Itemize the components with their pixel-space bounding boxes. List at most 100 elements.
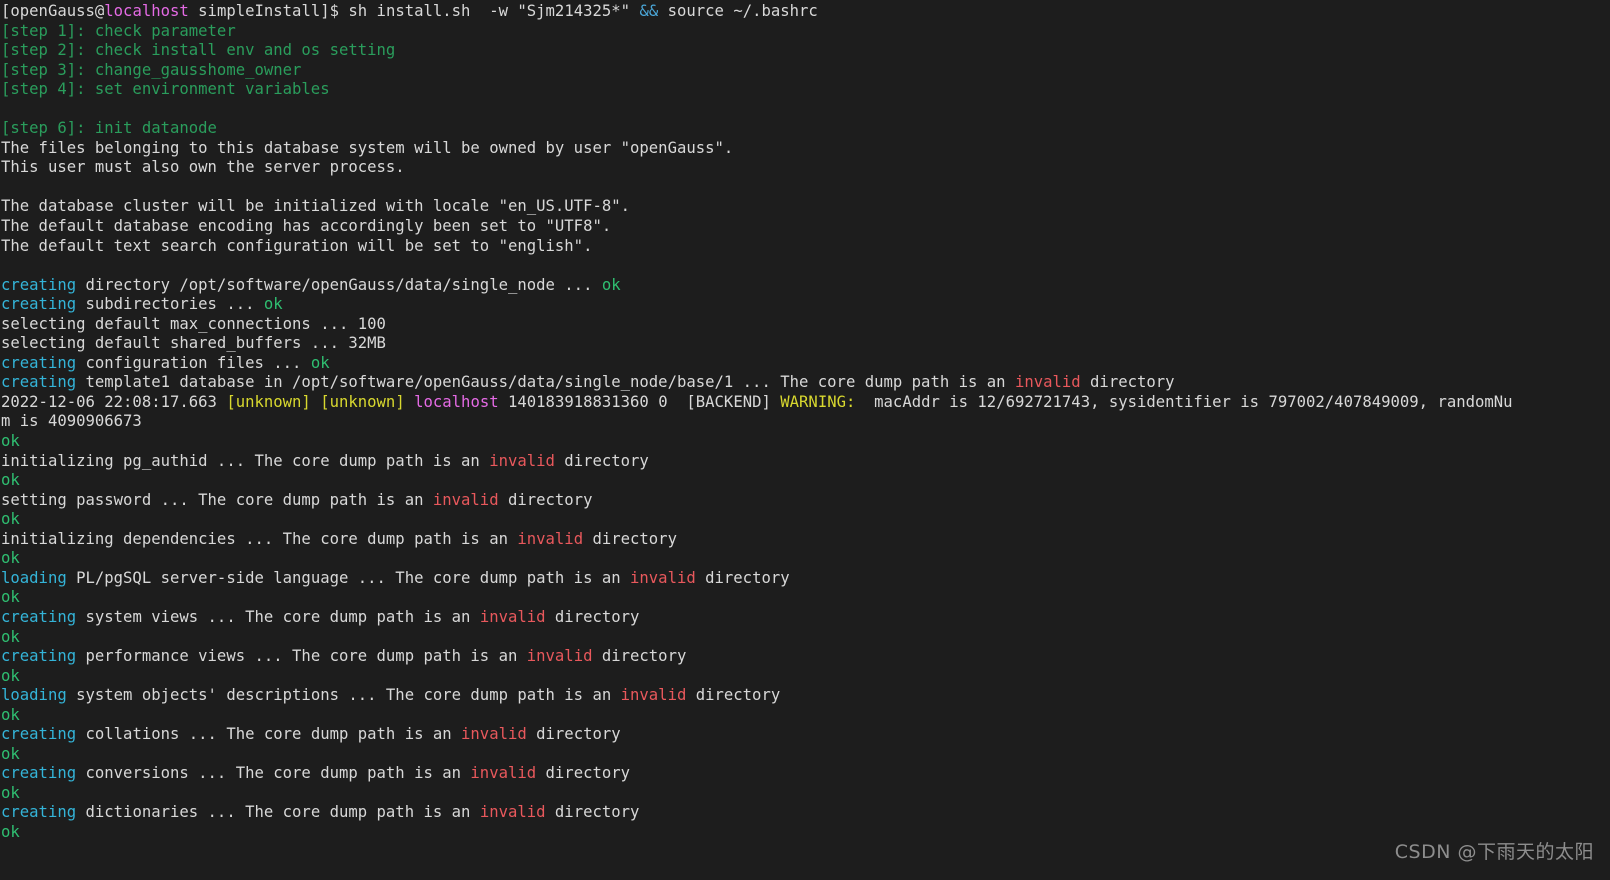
command-text-part2: source ~/.bashrc [658,2,818,20]
terminal-line: initializing pg_authid ... The core dump… [0,452,1610,472]
terminal-line: selecting default shared_buffers ... 32M… [0,334,1610,354]
line-segment: creating [1,353,77,372]
csdn-watermark: CSDN @下雨天的太阳 [1394,841,1594,863]
line-segment: [step 4]: set environment variables [1,80,330,99]
line-segment: ok [601,275,621,294]
line-segment: invalid [517,529,584,548]
line-segment: directory [1080,373,1175,392]
line-segment: invalid [1014,373,1081,392]
line-segment: creating [1,275,77,294]
line-segment: invalid [432,490,499,509]
line-segment: initializing pg_authid ... The core dump… [1,451,490,470]
command-text-part1: sh install.sh -w "Sjm214325*" [348,2,640,20]
line-segment: The default database encoding has accord… [1,217,612,236]
line-segment: ok [1,627,20,646]
line-segment: system objects' descriptions ... The cor… [66,686,621,705]
line-segment: macAddr is 12/692721743, sysidentifier i… [855,392,1513,411]
line-segment [311,393,320,411]
line-segment: invalid [479,607,546,626]
terminal-line: The default text search configuration wi… [0,237,1610,257]
line-segment: directory [536,764,631,783]
line-segment: creating [1,647,77,666]
terminal-line: creating subdirectories ... ok [0,295,1610,315]
line-segment [405,393,414,411]
line-segment: directory [695,568,790,587]
line-segment: The files belonging to this database sys… [1,138,734,157]
terminal-line: ok [0,432,1610,452]
line-segment: WARNING: [780,392,856,411]
line-segment: ok [1,588,20,607]
line-segment: ok [1,666,20,685]
line-segment: [unknown] [320,392,405,411]
line-segment: directory /opt/software/openGauss/data/s… [76,275,602,294]
line-segment: creating [1,373,77,392]
prompt-user: openGauss [10,2,95,20]
line-segment: invalid [526,647,593,666]
line-segment: directory [526,725,621,744]
line-segment: directory [498,490,593,509]
line-segment: conversions ... The core dump path is an [76,764,471,783]
terminal-line: ok [0,549,1610,569]
line-segment: [step 2]: check install env and os setti… [1,41,396,60]
line-segment: ok [1,744,20,763]
line-segment: directory [554,451,649,470]
line-segment: m is 4090906673 [1,412,142,431]
line-segment: configuration files ... [76,353,311,372]
terminal-line: initializing dependencies ... The core d… [0,530,1610,550]
line-segment: setting password ... The core dump path … [1,490,433,509]
line-segment: The database cluster will be initialized… [1,197,631,216]
line-segment: invalid [620,686,687,705]
prompt-at: @ [94,2,105,20]
terminal-line: setting password ... The core dump path … [0,491,1610,511]
terminal-line: creating directory /opt/software/openGau… [0,276,1610,296]
prompt-bracket-open: [ [1,2,11,20]
line-segment: This user must also own the server proce… [1,158,405,177]
terminal-line: creating performance views ... The core … [0,647,1610,667]
terminal-line: The database cluster will be initialized… [0,197,1610,217]
line-segment: ok [1,822,20,841]
line-segment: initializing dependencies ... The core d… [1,529,518,548]
line-segment: directory [592,647,687,666]
line-segment: ok [1,549,20,568]
terminal-line: ok [0,510,1610,530]
prompt-bracket-close: ]$ [320,2,349,20]
line-segment: performance views ... The core dump path… [76,647,527,666]
line-segment: loading [1,568,67,587]
line-segment: ok [1,783,20,802]
line-segment: localhost [414,392,499,411]
line-segment: [step 3]: change_gausshome_owner [1,60,302,79]
terminal-line: ok [0,784,1610,804]
line-segment: invalid [461,725,527,744]
terminal-line: ok [0,471,1610,491]
line-segment: template1 database in /opt/software/open… [76,373,1015,392]
line-segment: ok [1,471,20,490]
terminal-line: [step 3]: change_gausshome_owner [0,61,1610,81]
terminal-line: ok [0,667,1610,687]
line-segment: collations ... The core dump path is an [76,725,462,744]
line-segment: directory [686,686,781,705]
line-segment: ok [263,295,283,314]
terminal-output[interactable]: [openGauss@localhost simpleInstall]$ sh … [0,0,1610,843]
prompt-host: localhost [104,2,189,20]
line-segment: creating [1,295,77,314]
terminal-line: ok [0,588,1610,608]
line-segment: ok [310,353,330,372]
terminal-line: loading PL/pgSQL server-side language ..… [0,569,1610,589]
line-segment: 140183918831360 0 [BACKEND] [498,392,781,411]
line-segment: 2022-12-06 22:08:17.663 [1,392,227,411]
line-segment: [step 1]: check parameter [1,21,236,40]
shell-prompt-line: [openGauss@localhost simpleInstall]$ sh … [0,2,1610,22]
terminal-line: creating template1 database in /opt/soft… [0,373,1610,393]
terminal-window[interactable]: [openGauss@localhost simpleInstall]$ sh … [0,0,1610,880]
terminal-line: m is 4090906673 [0,412,1610,432]
terminal-line: [step 2]: check install env and os setti… [0,41,1610,61]
line-segment: subdirectories ... [76,295,264,314]
terminal-line: The default database encoding has accord… [0,217,1610,237]
line-segment: directory [545,803,640,822]
line-segment: loading [1,686,67,705]
terminal-line: [step 1]: check parameter [0,22,1610,42]
line-segment: creating [1,725,77,744]
line-segment: system views ... The core dump path is a… [76,607,480,626]
